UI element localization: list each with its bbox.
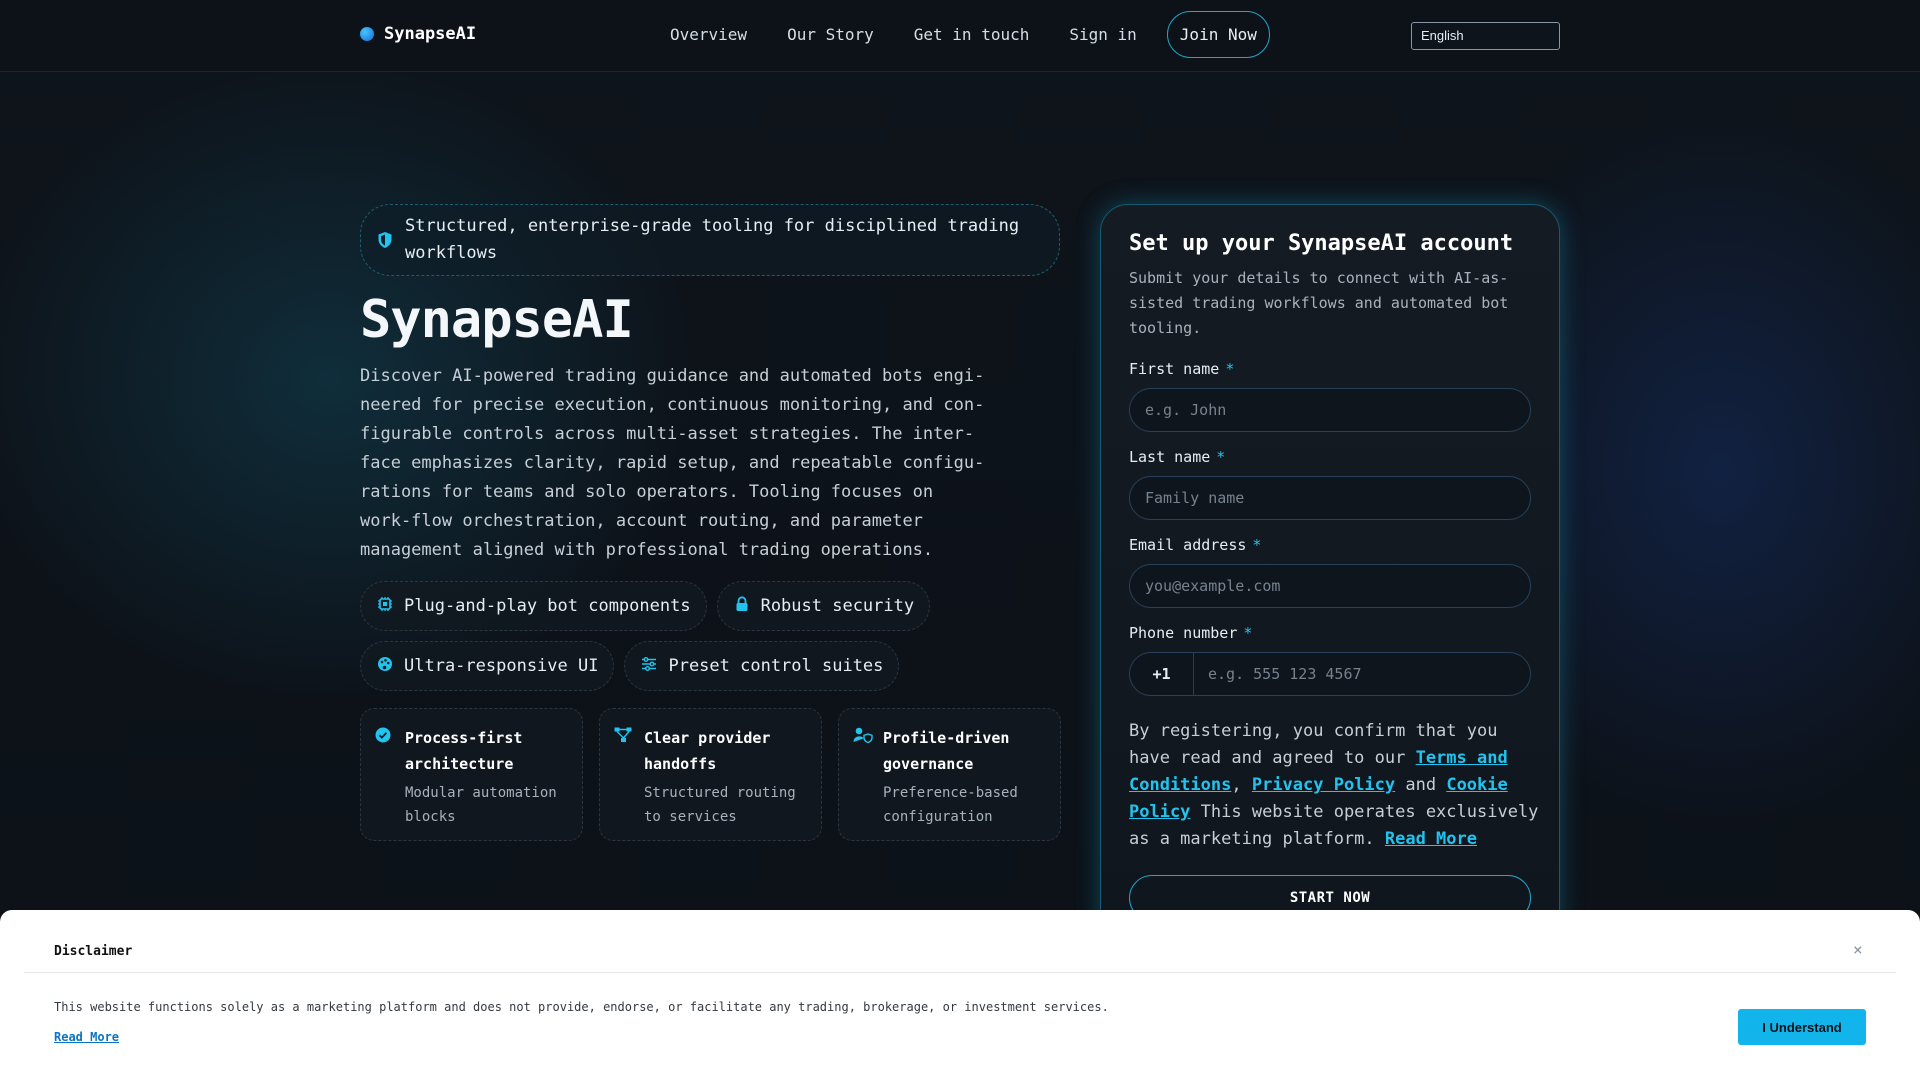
join-now-button[interactable]: Join Now	[1166, 11, 1270, 58]
feature-tag-label: Plug-and-play bot components	[404, 596, 691, 616]
feature-tag: Robust security	[716, 581, 931, 631]
signup-form-card: Set up your SynapseAI account Submit you…	[1100, 204, 1560, 964]
hero-badge-text: Structured, enterprise-grade tooling for…	[405, 216, 1020, 263]
feature-card-title: Clear provider handoffs	[644, 729, 771, 773]
language-select[interactable]: English	[1411, 22, 1560, 50]
i-understand-button[interactable]: I Understand	[1738, 1009, 1866, 1045]
nav-link-overview[interactable]: Overview	[650, 11, 767, 58]
required-mark: *	[1216, 448, 1226, 466]
phone-country-code[interactable]: +1	[1130, 653, 1194, 695]
disclaimer-text: This website functions solely as a marke…	[54, 1000, 1109, 1014]
required-mark: *	[1225, 360, 1235, 378]
disclaimer-title: Disclaimer	[54, 944, 133, 959]
feature-card: Profile-driven governance Preference-bas…	[838, 708, 1061, 841]
nav-links: Overview Our Story Get in touch Sign in …	[650, 11, 1270, 58]
feature-card-subtitle: Structured routing to services	[644, 785, 796, 825]
divider	[24, 972, 1896, 973]
read-more-link[interactable]: Read More	[1385, 829, 1477, 849]
feature-tag-label: Robust security	[760, 596, 915, 616]
feature-card-subtitle: Preference-based configuration	[883, 785, 1018, 825]
phone-label: Phone number *	[1129, 624, 1253, 642]
form-subtitle: Submit your details to connect with AI-a…	[1129, 269, 1509, 337]
last-name-field[interactable]: Family name	[1129, 476, 1531, 520]
top-navbar: SynapseAI Overview Our Story Get in touc…	[0, 0, 1920, 72]
email-placeholder: you@example.com	[1145, 577, 1281, 595]
form-title: Set up your SynapseAI account	[1129, 231, 1514, 256]
feature-cards: Process-first architecture Modular autom…	[360, 708, 1061, 841]
feature-tag: Ultra-responsive UI	[360, 641, 615, 691]
phone-field: +1 e.g. 555 123 4567	[1129, 652, 1531, 696]
palette-icon	[376, 656, 394, 676]
feature-card: Clear provider handoffs Structured routi…	[599, 708, 822, 841]
brand-name: SynapseAI	[384, 24, 477, 44]
shield-icon	[378, 232, 392, 248]
first-name-field[interactable]: e.g. John	[1129, 388, 1531, 432]
brand-dot-icon	[360, 27, 374, 41]
brand-logo[interactable]: SynapseAI	[360, 24, 476, 44]
check-circle-icon	[375, 727, 395, 824]
close-icon[interactable]: ×	[1853, 940, 1863, 959]
first-name-placeholder: e.g. John	[1145, 401, 1227, 419]
phone-number-input[interactable]: e.g. 555 123 4567	[1194, 665, 1362, 683]
network-icon	[614, 727, 634, 824]
email-field[interactable]: you@example.com	[1129, 564, 1531, 608]
lock-icon	[733, 596, 751, 616]
chip-icon	[376, 596, 394, 616]
user-shield-icon	[853, 727, 873, 824]
feature-card-subtitle: Modular automation blocks	[405, 785, 557, 825]
last-name-placeholder: Family name	[1145, 489, 1245, 507]
hero-badge: Structured, enterprise-grade tooling for…	[360, 204, 1060, 276]
hero-description: Discover AI-powered trading guidance and…	[360, 366, 985, 560]
feature-card-title: Profile-driven governance	[883, 729, 1010, 773]
nav-link-get-in-touch[interactable]: Get in touch	[894, 11, 1050, 58]
hero-title: SynapseAI	[360, 290, 634, 350]
required-mark: *	[1243, 624, 1253, 642]
disclaimer-read-more-link[interactable]: Read More	[54, 1030, 119, 1044]
privacy-link[interactable]: Privacy Policy	[1252, 775, 1395, 795]
feature-tag: Preset control suites	[624, 641, 900, 691]
first-name-label: First name *	[1129, 360, 1235, 378]
feature-tag-label: Preset control suites	[668, 656, 884, 676]
sliders-icon	[640, 656, 658, 676]
nav-link-sign-in[interactable]: Sign in	[1049, 11, 1156, 58]
email-label: Email address *	[1129, 536, 1262, 554]
nav-link-our-story[interactable]: Our Story	[767, 11, 894, 58]
feature-tag-label: Ultra-responsive UI	[404, 656, 599, 676]
last-name-label: Last name *	[1129, 448, 1226, 466]
required-mark: *	[1252, 536, 1262, 554]
feature-card-title: Process-first architecture	[405, 729, 523, 773]
feature-card: Process-first architecture Modular autom…	[360, 708, 583, 841]
disclaimer-banner: Disclaimer × This website functions sole…	[0, 910, 1920, 1080]
consent-text: By registering, you confirm that you hav…	[1129, 721, 1539, 849]
feature-tag: Plug-and-play bot components	[360, 581, 707, 631]
feature-tags: Plug-and-play bot components Robust secu…	[360, 581, 1080, 691]
